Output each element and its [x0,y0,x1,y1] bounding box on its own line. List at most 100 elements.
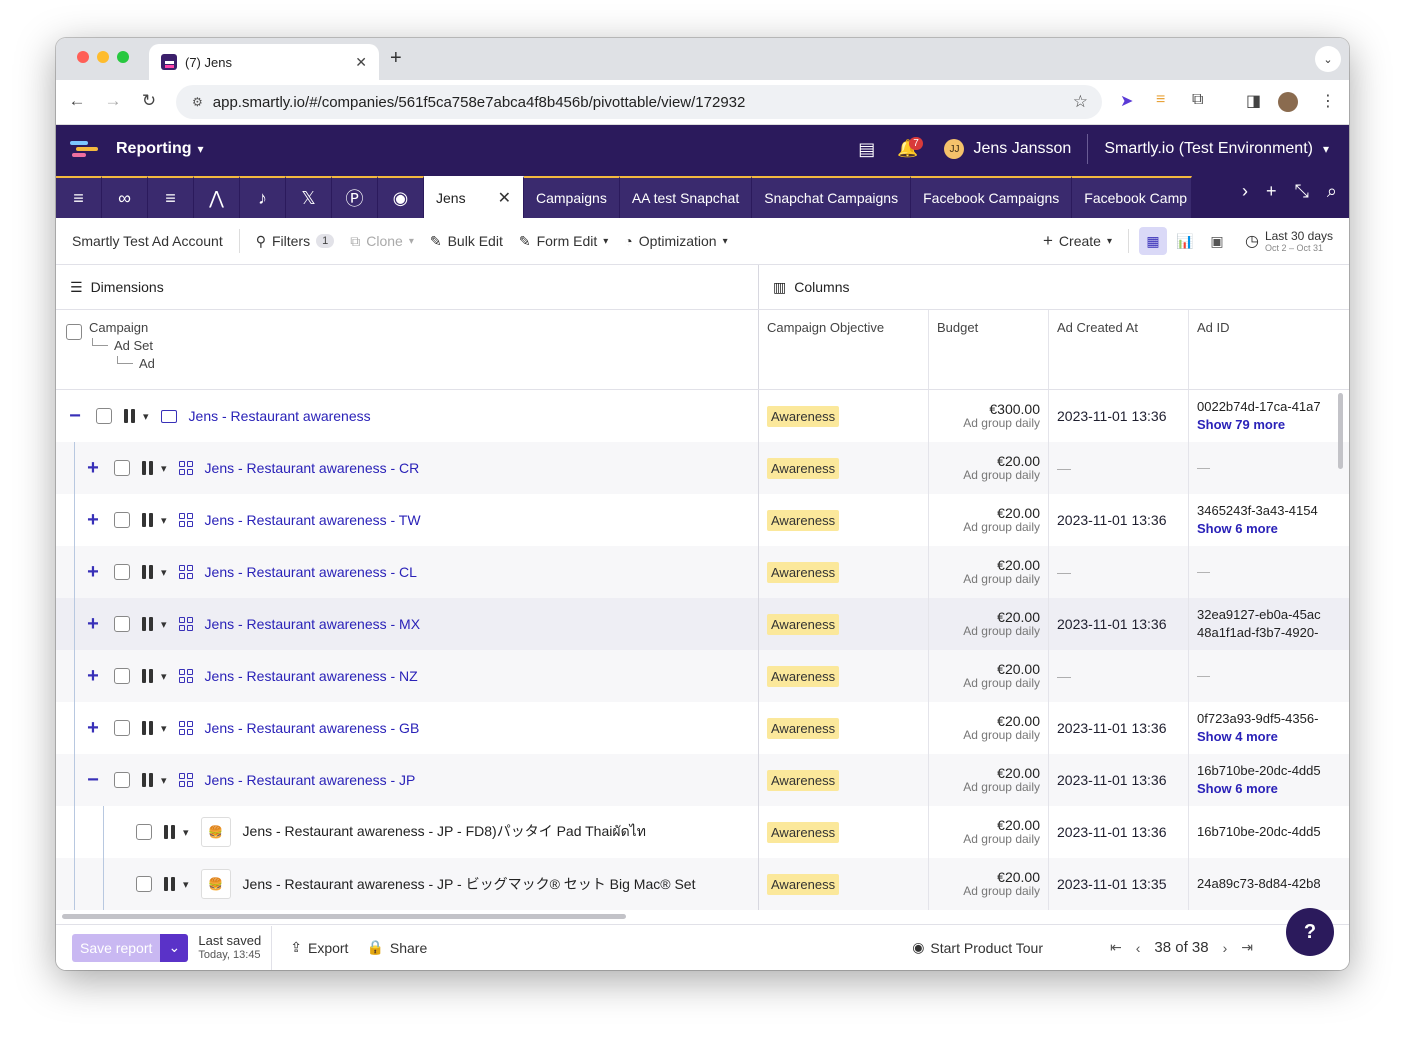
share-button[interactable]: 🔒 Share [366,939,427,956]
expand-toggle-icon[interactable]: + [84,717,102,740]
row-checkbox[interactable] [114,460,130,476]
expand-toggle-icon[interactable]: − [84,769,102,792]
optimization-button[interactable]: ◔ Optimization ▾ [624,233,727,249]
dimensions-button[interactable]: ☰ Dimensions [56,265,759,309]
zoom-window-button[interactable] [117,51,129,63]
show-more-link[interactable]: Show 6 more [1197,780,1321,798]
reload-icon[interactable]: ↻ [138,91,160,111]
image-view-icon[interactable]: ▣ [1203,227,1231,255]
next-page-icon[interactable]: › [1223,940,1228,956]
expand-toggle-icon[interactable]: + [84,665,102,688]
budget-cell[interactable]: €20.00 Ad group daily [929,858,1049,910]
row-checkbox[interactable] [96,408,112,424]
pause-icon[interactable] [142,565,153,579]
export-button[interactable]: ⇪ Export [290,939,348,956]
chevron-down-icon[interactable]: ▾ [161,618,167,631]
scroll-right-chevron-icon[interactable]: › [1242,181,1248,202]
pause-icon[interactable] [142,773,153,787]
reporting-menu[interactable]: Reporting ▾ [116,140,204,158]
notifications-bell-icon[interactable]: 🔔 7 [897,137,923,159]
pause-icon[interactable] [124,409,135,423]
chevron-down-icon[interactable]: ▾ [161,722,167,735]
row-name-link[interactable]: Jens - Restaurant awareness - TW [205,512,421,528]
chevron-down-icon[interactable]: ▾ [143,410,149,423]
table-row[interactable]: + ▾ Jens - Restaurant awareness - MX Awaren… [56,598,1349,650]
google-ads-tab-icon[interactable]: ⋀ [194,176,240,218]
close-tab-icon[interactable]: ✕ [355,54,367,71]
expand-toggle-icon[interactable]: + [84,457,102,480]
show-more-link[interactable]: Show 4 more [1197,728,1318,746]
filters-button[interactable]: ⚲ Filters 1 [256,233,335,250]
table-row[interactable]: + ▾ Jens - Restaurant awareness - TW Awaren… [56,494,1349,546]
budget-cell[interactable]: €20.00 Ad group daily [929,494,1049,546]
pause-icon[interactable] [142,617,153,631]
smartly-home-tab-icon[interactable]: ≡ [56,176,102,218]
budget-cell[interactable]: €20.00 Ad group daily [929,650,1049,702]
bookmark-star-icon[interactable]: ☆ [1073,92,1088,112]
product-tour-button[interactable]: ◉ Start Product Tour [912,939,1043,956]
profile-avatar[interactable] [1278,92,1298,112]
chevron-down-icon[interactable]: ▾ [161,566,167,579]
minimize-window-button[interactable] [97,51,109,63]
sidepanel-icon[interactable]: ◨ [1246,91,1261,111]
budget-cell[interactable]: €20.00 Ad group daily [929,546,1049,598]
pause-icon[interactable] [142,461,153,475]
pause-icon[interactable] [164,877,175,891]
x-tab-icon[interactable]: 𝕏 [286,176,332,218]
table-row[interactable]: ▾ 🍔 Jens - Restaurant awareness - JP - FD8… [56,806,1349,858]
user-name[interactable]: Jens Jansson [973,140,1071,158]
table-row[interactable]: − ▾ Jens - Restaurant awareness - JP Awaren… [56,754,1349,806]
environment-switcher[interactable]: Smartly.io (Test Environment) ▾ [1104,140,1329,158]
row-name-link[interactable]: Jens - Restaurant awareness [189,408,371,424]
budget-cell[interactable]: €300.00 Ad group daily [929,390,1049,442]
chevron-down-icon[interactable]: ▾ [161,774,167,787]
meta-tab-icon[interactable]: ∞ [102,176,148,218]
budget-cell[interactable]: €20.00 Ad group daily [929,754,1049,806]
help-chat-icon[interactable]: ? [1286,908,1334,956]
tab-jens[interactable]: Jens ✕ [424,176,524,218]
prev-page-icon[interactable]: ‹ [1136,940,1141,956]
chevron-down-icon[interactable]: ▾ [161,462,167,475]
col-header-budget[interactable]: Budget [929,310,1049,389]
row-checkbox[interactable] [114,616,130,632]
expand-toggle-icon[interactable]: + [84,613,102,636]
pause-icon[interactable] [142,721,153,735]
table-row[interactable]: + ▾ Jens - Restaurant awareness - CR Awaren… [56,442,1349,494]
save-report-button[interactable]: Save report [72,933,161,962]
first-page-icon[interactable]: ⇤ [1110,939,1122,956]
chevron-down-icon[interactable]: ▾ [183,826,189,839]
expand-toggle-icon[interactable]: − [66,405,84,428]
tab-snapchat-campaigns[interactable]: Snapchat Campaigns [752,176,912,218]
create-button[interactable]: + Create ▾ [1043,231,1112,251]
chevron-down-icon[interactable]: ▾ [183,878,189,891]
row-name-link[interactable]: Jens - Restaurant awareness - CR [205,460,420,476]
tiktok-tab-icon[interactable]: ♪ [240,176,286,218]
tab-aa-test-snapchat[interactable]: AA test Snapchat [619,176,753,218]
clone-button[interactable]: ⧉ Clone ▾ [350,233,414,250]
chart-view-icon[interactable]: 📊 [1171,227,1199,255]
row-name-link[interactable]: Jens - Restaurant awareness - GB [205,720,420,736]
tab-campaigns[interactable]: Campaigns [524,176,620,218]
table-row[interactable]: ▾ 🍔 Jens - Restaurant awareness - JP - ビッグ… [56,858,1349,910]
extensions-puzzle-icon[interactable]: ⧉ [1192,91,1203,109]
expand-toggle-icon[interactable]: + [84,561,102,584]
smartly-tab-icon[interactable]: ≡ [148,176,194,218]
row-name-link[interactable]: Jens - Restaurant awareness - JP [205,772,416,788]
row-checkbox[interactable] [114,720,130,736]
budget-cell[interactable]: €20.00 Ad group daily [929,442,1049,494]
show-more-link[interactable]: Show 79 more [1197,416,1321,434]
col-header-created[interactable]: Ad Created At [1049,310,1189,389]
table-row[interactable]: + ▾ Jens - Restaurant awareness - CL Awaren… [56,546,1349,598]
add-tab-plus-icon[interactable]: + [1266,181,1277,202]
search-icon[interactable]: ⌕ [1327,181,1337,202]
notes-icon[interactable]: ▤ [858,139,875,160]
smartly-extension-icon[interactable]: ≡ [1156,91,1165,109]
close-tab-icon[interactable]: ✕ [498,188,511,208]
row-checkbox[interactable] [136,876,152,892]
row-name-link[interactable]: Jens - Restaurant awareness - JP - ビッグマッ… [243,874,696,894]
save-options-chevron-icon[interactable]: ⌄ [160,933,189,962]
col-header-objective[interactable]: Campaign Objective [759,310,929,389]
ad-account-label[interactable]: Smartly Test Ad Account [72,233,223,249]
pinterest-tab-icon[interactable]: Ⓟ [332,176,378,218]
select-all-checkbox[interactable] [66,324,82,340]
